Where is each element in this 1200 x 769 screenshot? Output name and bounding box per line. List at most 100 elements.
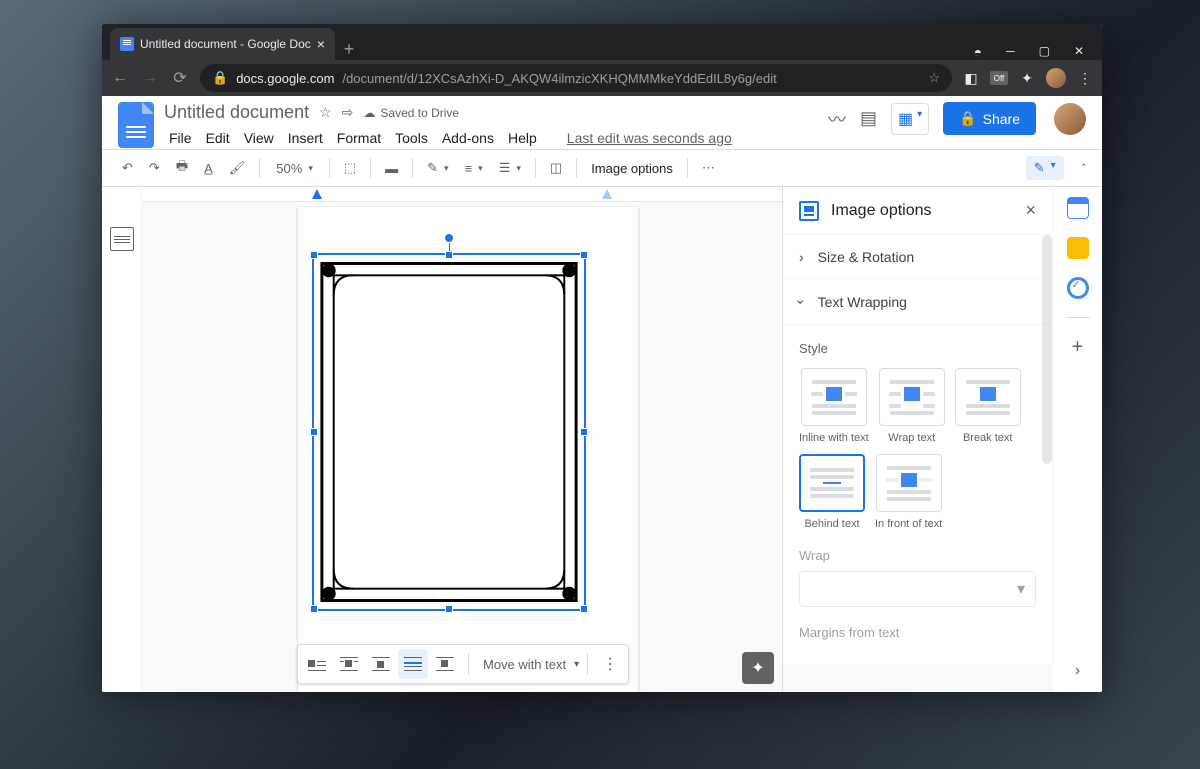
resize-handle-bm[interactable] bbox=[445, 605, 453, 613]
resize-handle-br[interactable] bbox=[580, 605, 588, 613]
docs-favicon bbox=[120, 37, 134, 51]
print-icon[interactable]: 🖶 bbox=[172, 153, 192, 183]
line-style-icon[interactable]: ☰ bbox=[495, 156, 525, 180]
back-icon[interactable]: ← bbox=[110, 69, 130, 87]
share-button[interactable]: 🔒Share bbox=[943, 102, 1036, 135]
style-inline[interactable] bbox=[801, 368, 867, 426]
menu-insert[interactable]: Insert bbox=[283, 127, 328, 149]
browser-tab[interactable]: Untitled document - Google Doc × bbox=[110, 28, 335, 60]
maximize-icon[interactable]: ▢ bbox=[1039, 44, 1050, 60]
tasks-icon[interactable] bbox=[1067, 277, 1089, 299]
doc-title[interactable]: Untitled document bbox=[164, 102, 309, 123]
rotate-handle[interactable] bbox=[444, 233, 454, 243]
close-window-icon[interactable]: ✕ bbox=[1074, 44, 1084, 60]
minimize-icon[interactable]: ─ bbox=[1006, 44, 1015, 60]
margins-label: Margins from text bbox=[799, 625, 1036, 640]
resize-handle-mr[interactable] bbox=[580, 428, 588, 436]
browser-menu-icon[interactable]: ⋮ bbox=[1076, 69, 1094, 87]
float-more-icon[interactable]: ⋮ bbox=[596, 654, 624, 674]
menu-edit[interactable]: Edit bbox=[201, 127, 235, 149]
style-behind[interactable] bbox=[799, 454, 865, 512]
account-avatar[interactable] bbox=[1054, 103, 1086, 135]
wrap-inline-icon[interactable] bbox=[302, 649, 332, 679]
comments-icon[interactable]: ▤ bbox=[860, 108, 877, 129]
section-header-size[interactable]: › Size & Rotation bbox=[783, 235, 1052, 279]
last-edit-link[interactable]: Last edit was seconds ago bbox=[562, 127, 737, 149]
resize-handle-bl[interactable] bbox=[310, 605, 318, 613]
wrap-front-icon[interactable] bbox=[430, 649, 460, 679]
star-icon[interactable]: ☆ bbox=[928, 70, 940, 86]
image-options-panel: Image options × › Size & Rotation › Text… bbox=[782, 187, 1052, 692]
titlebar: Untitled document - Google Doc × + ◓ ─ ▢… bbox=[102, 24, 1102, 60]
right-rail: + › bbox=[1052, 187, 1102, 692]
reload-icon[interactable]: ⟳ bbox=[170, 68, 190, 88]
move-with-text-dropdown[interactable]: Move with text bbox=[477, 657, 572, 672]
star-doc-icon[interactable]: ☆ bbox=[319, 104, 332, 121]
url-host: docs.google.com bbox=[236, 71, 334, 86]
crop-icon[interactable]: ◫ bbox=[546, 156, 566, 180]
menu-tools[interactable]: Tools bbox=[390, 127, 433, 149]
keep-icon[interactable] bbox=[1067, 237, 1089, 259]
activity-icon[interactable]: 〰 bbox=[828, 106, 846, 132]
undo-icon[interactable]: ↶ bbox=[118, 156, 137, 180]
panel-title: Image options bbox=[831, 202, 1013, 220]
calendar-icon[interactable] bbox=[1067, 197, 1089, 219]
spellcheck-icon[interactable]: A̲ bbox=[200, 157, 217, 180]
menu-format[interactable]: Format bbox=[332, 127, 386, 149]
border-dash-icon[interactable]: ≡ bbox=[461, 157, 487, 180]
menu-file[interactable]: File bbox=[164, 127, 197, 149]
redo-icon[interactable]: ↷ bbox=[145, 156, 164, 180]
ext-icon-2[interactable]: Off bbox=[990, 71, 1008, 85]
wrap-behind-icon[interactable] bbox=[398, 649, 428, 679]
url-field[interactable]: 🔒 docs.google.com/document/d/12XCsAzhXi-… bbox=[200, 64, 952, 92]
document-canvas[interactable]: Move with text ▾ ⋮ ✦ bbox=[142, 187, 782, 692]
menu-addons[interactable]: Add-ons bbox=[437, 127, 499, 149]
image-options-button[interactable]: Image options bbox=[587, 157, 677, 180]
outline-icon[interactable] bbox=[110, 227, 134, 251]
resize-handle-tr[interactable] bbox=[580, 251, 588, 259]
docs-logo[interactable] bbox=[118, 102, 154, 148]
cloud-icon: ☁ bbox=[363, 106, 375, 120]
zoom-dropdown[interactable]: 50% bbox=[270, 158, 319, 179]
collapse-header-icon[interactable]: ˆ bbox=[1082, 161, 1086, 176]
ext-icon-1[interactable]: ◧ bbox=[962, 69, 980, 87]
border-weight-icon[interactable]: ✎ bbox=[423, 156, 452, 180]
collapse-rail-icon[interactable]: › bbox=[1075, 662, 1080, 680]
wrap-around-icon[interactable] bbox=[334, 649, 364, 679]
more-icon[interactable]: ⋯ bbox=[698, 156, 719, 180]
save-status: ☁Saved to Drive bbox=[363, 106, 459, 120]
explore-button[interactable]: ✦ bbox=[742, 652, 774, 684]
format-paint-icon[interactable]: 🖌 bbox=[225, 156, 250, 180]
panel-close-icon[interactable]: × bbox=[1025, 200, 1036, 221]
indent-marker-left[interactable] bbox=[312, 189, 322, 199]
ruler[interactable] bbox=[142, 187, 782, 202]
extensions-icon[interactable]: ✦ bbox=[1018, 69, 1036, 87]
forward-icon[interactable]: → bbox=[140, 69, 160, 87]
present-dropdown[interactable]: ▦▾ bbox=[891, 103, 929, 135]
resize-handle-tm[interactable] bbox=[445, 251, 453, 259]
menu-view[interactable]: View bbox=[239, 127, 279, 149]
tab-title: Untitled document - Google Doc bbox=[140, 37, 311, 51]
indent-marker-right[interactable] bbox=[602, 189, 612, 199]
close-tab-icon[interactable]: × bbox=[317, 36, 325, 52]
resize-handle-tl[interactable] bbox=[310, 251, 318, 259]
wrap-select[interactable]: ▾ bbox=[799, 571, 1036, 607]
resize-handle-ml[interactable] bbox=[310, 428, 318, 436]
move-doc-icon[interactable]: ⇨ bbox=[342, 104, 354, 121]
browser-avatar[interactable] bbox=[1046, 68, 1066, 88]
style-wrap[interactable] bbox=[879, 368, 945, 426]
section-header-wrap[interactable]: › Text Wrapping bbox=[783, 280, 1052, 325]
panel-scrollbar[interactable] bbox=[1042, 235, 1052, 464]
border-color-icon[interactable]: ▬ bbox=[381, 157, 402, 180]
addons-plus-icon[interactable]: + bbox=[1072, 336, 1084, 359]
new-tab-button[interactable]: + bbox=[335, 39, 363, 60]
style-front[interactable] bbox=[876, 454, 942, 512]
menu-help[interactable]: Help bbox=[503, 127, 542, 149]
edit-mode-badge[interactable]: ✎▾ bbox=[1026, 156, 1064, 180]
chevron-right-icon: › bbox=[799, 249, 804, 265]
style-break[interactable] bbox=[955, 368, 1021, 426]
pencil-icon: ✎ bbox=[1034, 160, 1045, 176]
replace-image-icon[interactable]: ⬚ bbox=[340, 156, 360, 180]
selected-image[interactable] bbox=[312, 253, 586, 611]
wrap-break-icon[interactable] bbox=[366, 649, 396, 679]
